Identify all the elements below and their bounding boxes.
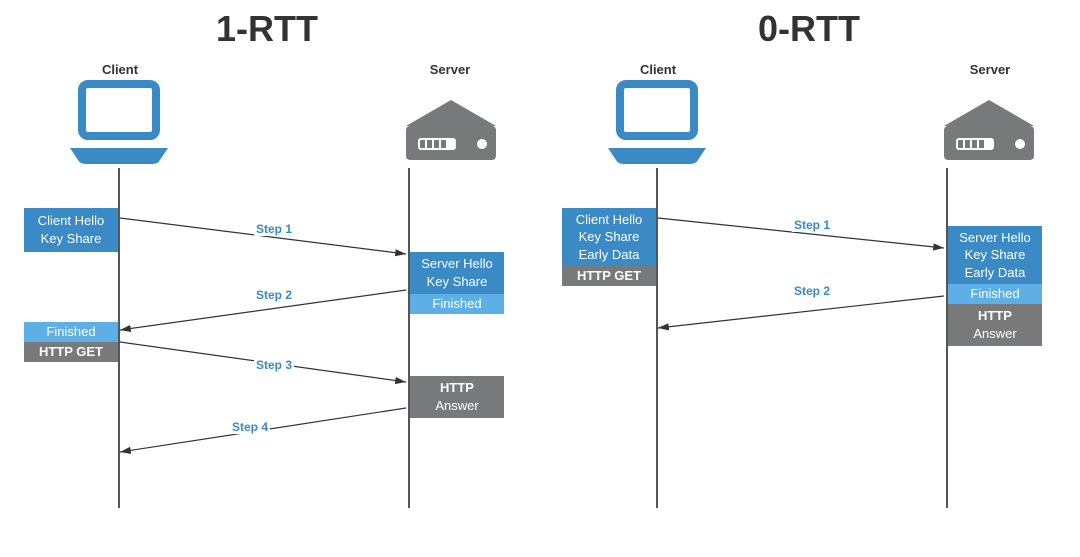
- text-line: Client Hello: [38, 212, 104, 230]
- msg-server-hello-left: Server Hello Key Share: [410, 252, 504, 294]
- text-line: HTTP: [978, 307, 1012, 325]
- label-client-right: Client: [598, 62, 718, 77]
- label-client-left: Client: [60, 62, 180, 77]
- title-0rtt: 0-RTT: [758, 8, 860, 50]
- msg-client-finished-left: Finished: [24, 322, 118, 342]
- title-1rtt: 1-RTT: [216, 8, 318, 50]
- text-line: Key Share: [427, 273, 488, 291]
- msg-client-hello-right: Client Hello Key Share Early Data: [562, 208, 656, 266]
- text-line: Server Hello: [421, 255, 493, 273]
- text-line: Answer: [973, 325, 1016, 343]
- text-line: Finished: [970, 285, 1019, 303]
- text-line: HTTP: [440, 379, 474, 397]
- text-line: Server Hello: [959, 229, 1031, 247]
- text-line: Key Share: [965, 246, 1026, 264]
- text-line: Answer: [435, 397, 478, 415]
- msg-server-hello-right: Server Hello Key Share Early Data: [948, 226, 1042, 284]
- lifeline-server-left: [408, 168, 410, 508]
- text-line: HTTP GET: [577, 267, 641, 285]
- text-line: Key Share: [41, 230, 102, 248]
- label-step3-left: Step 3: [254, 358, 294, 372]
- text-line: Early Data: [579, 246, 640, 264]
- text-line: Finished: [432, 295, 481, 313]
- msg-http-get-left: HTTP GET: [24, 342, 118, 362]
- text-line: Early Data: [965, 264, 1026, 282]
- label-step1-left: Step 1: [254, 222, 294, 236]
- text-line: HTTP GET: [39, 343, 103, 361]
- msg-http-get-right: HTTP GET: [562, 266, 656, 286]
- label-step1-right: Step 1: [792, 218, 832, 232]
- server-icon: [396, 96, 506, 171]
- text-line: Finished: [46, 323, 95, 341]
- msg-client-hello-left: Client Hello Key Share: [24, 208, 118, 252]
- label-server-right: Server: [930, 62, 1050, 77]
- client-laptop-icon: [64, 78, 174, 171]
- msg-http-answer-right: HTTP Answer: [948, 304, 1042, 346]
- label-step2-left: Step 2: [254, 288, 294, 302]
- msg-server-finished-left: Finished: [410, 294, 504, 314]
- msg-http-answer-left: HTTP Answer: [410, 376, 504, 418]
- arrow-step2-right: [658, 296, 946, 332]
- text-line: Key Share: [579, 228, 640, 246]
- server-icon-right: [934, 96, 1044, 171]
- label-server-left: Server: [390, 62, 510, 77]
- client-laptop-icon-right: [602, 78, 712, 171]
- text-line: Client Hello: [576, 211, 642, 229]
- label-step2-right: Step 2: [792, 284, 832, 298]
- label-step4-left: Step 4: [230, 420, 270, 434]
- msg-server-finished-right: Finished: [948, 284, 1042, 304]
